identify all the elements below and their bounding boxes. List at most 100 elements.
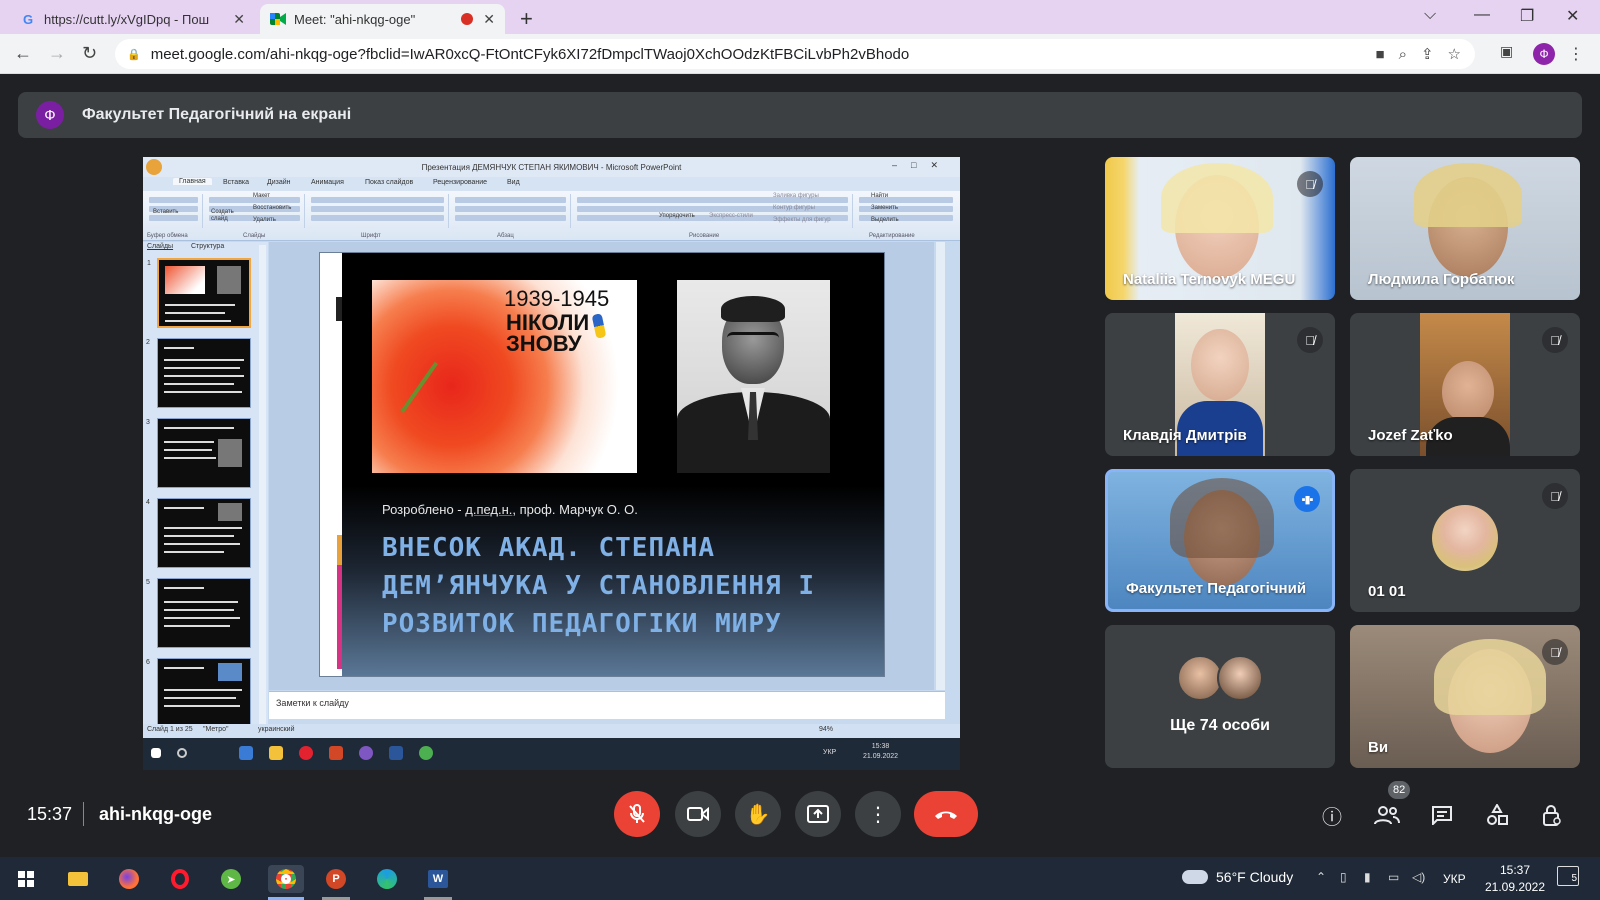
browser-tab-meet[interactable]: Meet: "ahi-nkqg-oge" ✕: [260, 4, 505, 34]
opera-button[interactable]: [166, 865, 194, 893]
ribbon-tab-review[interactable]: Рецензирование: [433, 179, 487, 186]
chrome-button[interactable]: [268, 865, 304, 893]
participant-tile[interactable]: 🎙̸ 01 01: [1350, 469, 1580, 612]
start-button[interactable]: [12, 865, 40, 893]
participant-tile[interactable]: Людмила Горбатюк: [1350, 157, 1580, 300]
ribbon-tab-animation[interactable]: Анимация: [311, 179, 344, 186]
telegram-button[interactable]: ➤: [217, 865, 245, 893]
ribbon-tab-slideshow[interactable]: Показ слайдов: [365, 179, 413, 186]
forward-button[interactable]: →: [48, 43, 66, 64]
close-window-button[interactable]: ✕: [1566, 6, 1579, 26]
camera-permission-icon[interactable]: ■: [1376, 46, 1385, 63]
bookmark-star-icon[interactable]: ☆: [1448, 45, 1461, 63]
minimize-button[interactable]: —: [1474, 6, 1490, 24]
self-view-tile[interactable]: 🎙̸ Ви: [1350, 625, 1580, 768]
slide-scrollbar[interactable]: [936, 242, 945, 690]
find-button[interactable]: Найти: [871, 193, 888, 199]
info-icon: ⓘ: [1322, 806, 1342, 829]
ribbon-tab-design[interactable]: Дизайн: [267, 179, 291, 186]
current-slide[interactable]: 1939-1945 НІКОЛИ ЗНОВУ Розроблено - д.пе…: [320, 253, 884, 676]
participant-tile[interactable]: 🎙̸ Клавдія Дмитрів: [1105, 313, 1335, 456]
profile-avatar[interactable]: Ф: [1533, 43, 1555, 65]
host-controls-button[interactable]: [1537, 800, 1567, 830]
powerpoint-button[interactable]: P: [322, 865, 350, 893]
microphone-tray-icon[interactable]: ▮: [1364, 870, 1371, 884]
shape-outline-button[interactable]: Контур фигуры: [773, 205, 815, 211]
maximize-button[interactable]: ❐: [1520, 6, 1534, 26]
meeting-details-button[interactable]: ⓘ: [1317, 800, 1347, 830]
present-screen-button[interactable]: [795, 791, 841, 837]
close-tab-icon[interactable]: ✕: [233, 11, 245, 28]
ribbon-tab-home[interactable]: Главная: [173, 178, 212, 185]
back-button[interactable]: ←: [14, 43, 32, 64]
delete-slide-button[interactable]: Удалить: [253, 217, 276, 223]
slide-thumbnail[interactable]: 3: [146, 418, 251, 488]
slide-thumbnail[interactable]: 4: [146, 498, 251, 568]
powerpoint-status-bar: Слайд 1 из 25 "Метро" украинский 94%: [143, 724, 960, 738]
more-participants-tile[interactable]: Ще 74 особи: [1105, 625, 1335, 768]
participant-tile-active-speaker[interactable]: ▪▮▪ Факультет Педагогічний: [1105, 469, 1335, 612]
portrait-photo: [677, 280, 830, 473]
zoom-level: 94%: [819, 726, 834, 733]
chat-button[interactable]: [1427, 800, 1457, 830]
slide-thumbnail[interactable]: 1: [147, 258, 251, 328]
close-tab-icon[interactable]: ✕: [483, 11, 495, 28]
ribbon-tab-view[interactable]: Вид: [507, 179, 520, 186]
select-button[interactable]: Выделить: [871, 217, 899, 223]
more-options-button[interactable]: ⋮: [855, 791, 901, 837]
firefox-button[interactable]: [115, 865, 143, 893]
slides-panel-scrollbar[interactable]: [259, 245, 266, 725]
notes-field[interactable]: Заметки к слайду: [269, 691, 945, 719]
browser-tab-search[interactable]: G https://cutt.ly/xVgIDpq - Пош ✕: [10, 4, 255, 34]
word-icon: W: [428, 870, 448, 888]
file-explorer-button[interactable]: [64, 865, 92, 893]
raise-hand-button[interactable]: ✋: [735, 791, 781, 837]
activities-button[interactable]: [1482, 800, 1512, 830]
slide-thumbnail[interactable]: 6: [146, 658, 251, 728]
arrange-button[interactable]: Упорядочить: [659, 213, 695, 219]
shape-fill-button[interactable]: Заливка фигуры: [773, 193, 819, 199]
battery-icon[interactable]: ▭: [1388, 870, 1399, 884]
speaking-indicator-icon: ▪▮▪: [1294, 486, 1320, 512]
meet-icon: [270, 11, 286, 27]
network-icon[interactable]: ▯: [1340, 870, 1347, 884]
volume-icon[interactable]: ◁): [1412, 870, 1425, 884]
reload-button[interactable]: ↻: [82, 43, 97, 64]
layout-button[interactable]: Макет: [253, 193, 270, 199]
slide-thumbnail[interactable]: 2: [146, 338, 251, 408]
quick-styles-button[interactable]: Экспресс-стили: [709, 213, 753, 219]
reset-button[interactable]: Восстановить: [253, 205, 291, 211]
side-panel-icon[interactable]: ▣: [1500, 43, 1513, 60]
zoom-icon[interactable]: ⌕: [1399, 46, 1407, 63]
paste-button[interactable]: Вставить: [153, 209, 178, 215]
notifications-button[interactable]: 5: [1557, 866, 1579, 886]
leave-call-button[interactable]: [914, 791, 978, 837]
replace-button[interactable]: Заменить: [871, 205, 898, 211]
edge-button[interactable]: [373, 865, 401, 893]
slide-thumbnail[interactable]: 5: [146, 578, 251, 648]
powerpoint-window-controls[interactable]: –□✕: [892, 160, 952, 171]
new-slide-button[interactable]: Создать слайд: [211, 209, 239, 223]
outline-tab[interactable]: Структура: [191, 243, 224, 250]
camera-toggle-button[interactable]: [675, 791, 721, 837]
share-icon[interactable]: ⇪: [1421, 45, 1434, 63]
system-clock[interactable]: 15:37 21.09.2022: [1480, 862, 1550, 896]
weather-widget[interactable]: 56°F Cloudy: [1182, 869, 1293, 885]
participant-tile[interactable]: 🎙̸ Jozef Zaťko: [1350, 313, 1580, 456]
microphone-toggle-button[interactable]: [614, 791, 660, 837]
lock-person-icon: [1543, 805, 1561, 826]
new-tab-button[interactable]: +: [520, 6, 533, 32]
shape-effects-button[interactable]: Эффекты для фигур: [773, 217, 831, 223]
participant-tile[interactable]: 🎙̸ Nataliia Ternovyk MEGU: [1105, 157, 1335, 300]
word-button[interactable]: W: [424, 865, 452, 893]
people-icon: [1374, 806, 1400, 825]
office-button-icon[interactable]: [146, 159, 162, 175]
tray-overflow-icon[interactable]: ⌃: [1316, 870, 1326, 884]
browser-menu-icon[interactable]: ⋮: [1568, 44, 1584, 64]
url-input[interactable]: 🔒 meet.google.com/ahi-nkqg-oge?fbclid=Iw…: [115, 39, 1475, 69]
slides-tab[interactable]: Слайды: [147, 243, 173, 250]
people-button[interactable]: [1372, 800, 1402, 830]
tab-search-icon[interactable]: ⌵: [1424, 6, 1436, 24]
input-language[interactable]: УКР: [1443, 872, 1466, 886]
ribbon-tab-insert[interactable]: Вставка: [223, 179, 249, 186]
